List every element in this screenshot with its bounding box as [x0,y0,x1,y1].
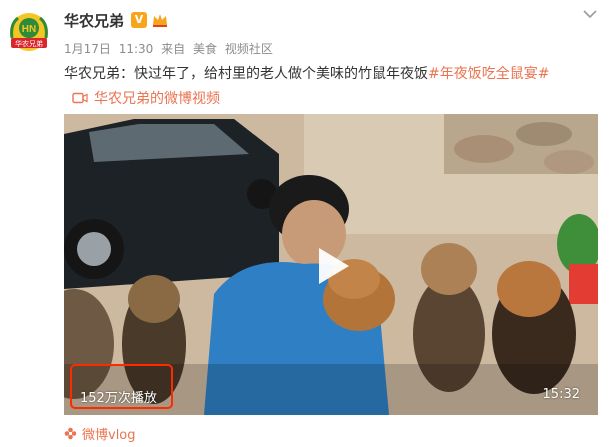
play-count: 152万次播放 [80,391,157,406]
chevron-down-icon[interactable] [582,8,598,20]
avatar[interactable]: HN 华农兄弟 [6,10,52,56]
post-meta: 1月17日 11:30 来自 美食 视频社区 [64,40,277,57]
video-duration: 15:32 [542,387,580,402]
category-link[interactable]: 美食 [193,42,217,56]
post-text: 华农兄弟：快过年了，给村里的老人做个美味的竹鼠年夜饭#年夜饭吃全鼠宴# [64,63,549,83]
video-link-label: 华农兄弟的微博视频 [94,91,220,107]
video-camera-icon [72,92,88,104]
post-time[interactable]: 11:30 [119,42,154,56]
video-player[interactable]: 152万次播放 15:32 [64,114,598,415]
post-date[interactable]: 1月17日 [64,42,111,56]
verified-v-icon: V [131,12,147,28]
post-body: 华农兄弟：快过年了，给村里的老人做个美味的竹鼠年夜饭 [64,66,428,82]
username[interactable]: 华农兄弟 [64,10,124,31]
source-label: 微博vlog [82,428,136,443]
member-crown-icon [153,14,167,27]
video-link[interactable]: 华农兄弟的微博视频 [72,88,220,108]
avatar-initials: HN [22,24,36,35]
flower-icon [64,427,77,440]
community-link[interactable]: 视频社区 [225,42,273,56]
from-label: 来自 [161,42,186,56]
hashtag-link[interactable]: #年夜饭吃全鼠宴# [428,66,549,82]
play-icon[interactable] [311,245,353,287]
avatar-label: 华农兄弟 [15,39,43,48]
source-link[interactable]: 微博vlog [64,424,136,443]
